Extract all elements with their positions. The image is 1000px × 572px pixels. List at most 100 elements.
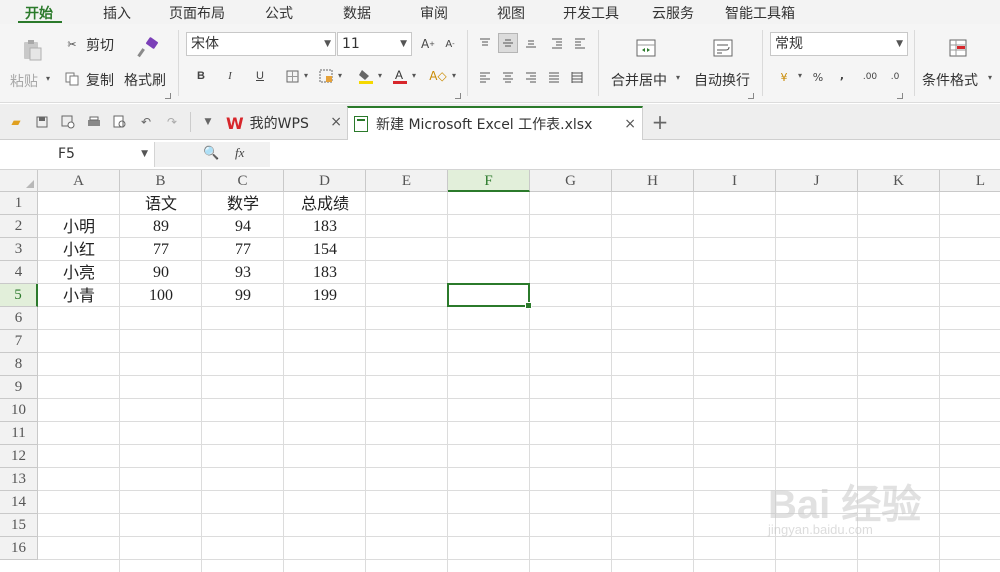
cell-b5[interactable]: 100 [120,284,202,307]
cell-a5[interactable]: 小青 [38,284,120,307]
close-icon[interactable]: × [624,116,636,132]
tab-smart-tools[interactable]: 智能工具箱 [725,3,795,23]
number-format-select[interactable]: 常规 ▼ [770,32,908,56]
paste-dropdown-icon[interactable]: ▾ [46,74,50,83]
cell-c3[interactable]: 77 [202,238,284,261]
align-left-icon[interactable] [475,67,495,87]
increase-font-icon[interactable]: A + [418,34,438,54]
print-icon[interactable] [86,114,102,130]
clear-format-icon[interactable]: A◇ [428,66,448,86]
merge-center-label[interactable]: 合并居中 [611,70,667,90]
paste-label[interactable]: 粘贴 [10,71,38,91]
underline-button[interactable]: U [250,66,270,86]
increase-indent-icon[interactable] [570,33,590,53]
row-header-13[interactable]: 13 [0,468,38,491]
merge-center-dropdown-icon[interactable]: ▾ [676,73,680,82]
tab-data[interactable]: 数据 [343,3,371,23]
tab-view[interactable]: 视图 [497,3,525,23]
cell-b1[interactable]: 语文 [120,192,202,215]
clear-format-dropdown-icon[interactable]: ▾ [452,71,456,80]
active-cell-selection[interactable] [447,283,532,309]
align-center-icon[interactable] [498,67,518,87]
name-box[interactable]: F5 ▼ [0,142,155,167]
justify-icon[interactable] [544,67,564,87]
tab-developer[interactable]: 开发工具 [563,3,619,23]
copy-icon[interactable] [62,69,82,89]
tab-home[interactable]: 开始 [25,3,53,23]
format-painter-icon[interactable] [136,36,160,60]
font-color-icon[interactable]: A [390,66,410,86]
scissors-icon[interactable]: ✂ [62,34,82,54]
cell-d5[interactable]: 199 [284,284,366,307]
row-header-7[interactable]: 7 [0,330,38,353]
cell-a4[interactable]: 小亮 [38,261,120,284]
fill-color-icon[interactable] [356,66,376,86]
column-header-k[interactable]: K [858,170,940,192]
cell-c4[interactable]: 93 [202,261,284,284]
column-header-e[interactable]: E [366,170,448,192]
row-header-12[interactable]: 12 [0,445,38,468]
fx-icon[interactable]: fx [235,145,244,161]
redo-icon[interactable]: ↷ [164,114,180,130]
row-header-6[interactable]: 6 [0,307,38,330]
column-header-h[interactable]: H [612,170,694,192]
cell-d2[interactable]: 183 [284,215,366,238]
number-launcher-icon[interactable] [897,93,903,99]
cell-c2[interactable]: 94 [202,215,284,238]
row-header-15[interactable]: 15 [0,514,38,537]
align-middle-icon[interactable] [498,33,518,53]
distributed-icon[interactable] [567,67,587,87]
row-header-11[interactable]: 11 [0,422,38,445]
open-folder-icon[interactable]: ▰ [8,114,24,130]
cell-a2[interactable]: 小明 [38,215,120,238]
column-header-a[interactable]: A [38,170,120,192]
row-header-3[interactable]: 3 [0,238,38,261]
font-color-dropdown-icon[interactable]: ▾ [412,71,416,80]
font-launcher-icon[interactable] [455,93,461,99]
wrap-text-icon[interactable] [711,36,735,60]
clipboard-launcher-icon[interactable] [165,93,171,99]
bold-button[interactable]: B [191,66,211,86]
new-tab-button[interactable]: + [651,110,669,134]
tab-cloud[interactable]: 云服务 [652,3,694,23]
borders-icon[interactable] [282,66,302,86]
print-preview-icon[interactable] [112,114,128,130]
format-painter-label[interactable]: 格式刷 [124,70,166,90]
row-header-16[interactable]: 16 [0,537,38,560]
column-header-f[interactable]: F [448,170,530,192]
cell-style-dropdown-icon[interactable]: ▾ [338,71,342,80]
italic-button[interactable]: I [220,66,240,86]
undo-icon[interactable]: ↶ [138,114,154,130]
row-header-8[interactable]: 8 [0,353,38,376]
conditional-format-icon[interactable] [946,36,970,60]
save-as-icon[interactable] [60,114,76,130]
column-header-j[interactable]: J [776,170,858,192]
save-icon[interactable] [34,114,50,130]
percent-button[interactable]: % [808,67,828,87]
decrease-decimal-button[interactable]: .0 [884,67,906,87]
tab-my-wps[interactable]: W 我的WPS × [226,106,346,140]
zoom-icon[interactable]: 🔍 [203,146,219,161]
select-all-corner[interactable] [0,170,38,192]
cell-c1[interactable]: 数学 [202,192,284,215]
currency-dropdown-icon[interactable]: ▾ [798,71,802,80]
copy-label[interactable]: 复制 [86,70,114,90]
cell-d4[interactable]: 183 [284,261,366,284]
column-header-g[interactable]: G [530,170,612,192]
cut-label[interactable]: 剪切 [86,35,114,55]
conditional-format-dropdown-icon[interactable]: ▾ [988,73,992,82]
column-header-i[interactable]: I [694,170,776,192]
merge-center-icon[interactable] [634,36,658,60]
font-name-select[interactable]: 宋体 ▼ [186,32,336,56]
comma-button[interactable]: , [832,65,852,85]
tab-page-layout[interactable]: 页面布局 [169,3,225,23]
formula-input[interactable] [271,142,1000,167]
cell-d1[interactable]: 总成绩 [284,192,366,215]
align-bottom-icon[interactable] [521,33,541,53]
tab-review[interactable]: 审阅 [420,3,448,23]
borders-dropdown-icon[interactable]: ▾ [304,71,308,80]
align-top-icon[interactable] [475,33,495,53]
row-header-5[interactable]: 5 [0,284,38,307]
row-header-2[interactable]: 2 [0,215,38,238]
column-header-d[interactable]: D [284,170,366,192]
